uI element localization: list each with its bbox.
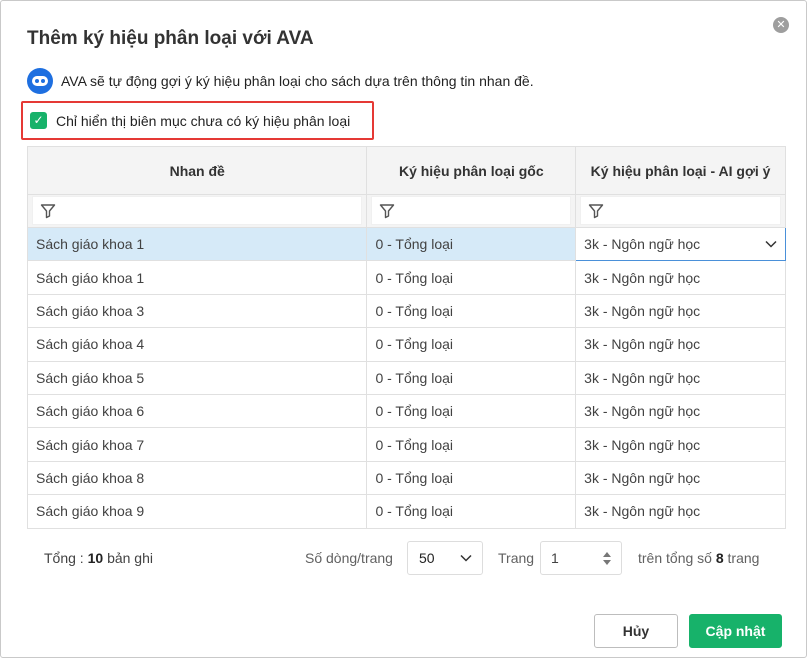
close-icon[interactable]: ✕ (773, 17, 789, 33)
cancel-button[interactable]: Hủy (594, 614, 678, 648)
column-header-original[interactable]: Ký hiệu phân loại gốc (366, 146, 577, 195)
chevron-down-icon[interactable] (765, 240, 777, 248)
cell-ai[interactable]: 3k - Ngôn ngữ học (575, 260, 786, 295)
total-unit: bản ghi (107, 550, 153, 566)
cell-ai[interactable]: 3k - Ngôn ngữ học (575, 327, 786, 362)
cell-ai[interactable]: 3k - Ngôn ngữ học (575, 393, 786, 429)
cell-original: 0 - Tổng loại (366, 427, 577, 462)
total-count: 10 (87, 550, 104, 566)
page-total: trên tổng số 8 trang (638, 550, 759, 566)
ai-suggestion-value: 3k - Ngôn ngữ học (584, 236, 701, 253)
table-row[interactable]: Sách giáo khoa 1 0 - Tổng loại 3k - Ngôn… (26, 226, 786, 262)
cell-ai[interactable]: 3k - Ngôn ngữ học (575, 427, 786, 462)
dialog-title: Thêm ký hiệu phân loại với AVA (27, 28, 314, 49)
cell-original: 0 - Tổng loại (366, 460, 577, 496)
cell-ai[interactable]: 3k - Ngôn ngữ học (575, 293, 786, 329)
filter-original-input[interactable] (371, 195, 572, 225)
cell-title: Sách giáo khoa 8 (26, 460, 368, 496)
cell-original: 0 - Tổng loại (366, 293, 577, 329)
page-total-prefix: trên tổng số (638, 550, 712, 566)
rows-per-page-select[interactable]: 50 (407, 541, 483, 575)
cell-original: 0 - Tổng loại (366, 360, 577, 395)
table-row[interactable]: Sách giáo khoa 4 0 - Tổng loại 3k - Ngôn… (26, 327, 786, 362)
filter-title-input[interactable] (32, 195, 363, 225)
cell-title: Sách giáo khoa 1 (26, 260, 368, 295)
ai-suggestion-dropdown[interactable]: 3k - Ngôn ngữ học (575, 226, 786, 262)
decrement-icon[interactable] (603, 559, 611, 565)
cell-original: 0 - Tổng loại (366, 260, 577, 295)
cell-title: Sách giáo khoa 5 (26, 360, 368, 395)
increment-icon[interactable] (603, 551, 611, 557)
table-row[interactable]: Sách giáo khoa 6 0 - Tổng loại 3k - Ngôn… (26, 393, 786, 429)
filter-icon[interactable] (379, 203, 395, 219)
page-number-input[interactable]: 1 (540, 541, 622, 575)
table-row[interactable]: Sách giáo khoa 5 0 - Tổng loại 3k - Ngôn… (26, 360, 786, 395)
cell-ai[interactable]: 3k - Ngôn ngữ học (575, 460, 786, 496)
column-header-ai[interactable]: Ký hiệu phân loại - AI gợi ý (575, 146, 786, 195)
filter-ai-input[interactable] (580, 195, 781, 225)
cell-original: 0 - Tổng loại (366, 494, 577, 529)
cell-title: Sách giáo khoa 1 (26, 226, 368, 262)
chevron-down-icon[interactable] (460, 554, 472, 562)
cell-ai[interactable]: 3k - Ngôn ngữ học (575, 494, 786, 529)
checkbox-label: Chỉ hiển thị biên mục chưa có ký hiệu ph… (56, 112, 351, 129)
cell-title: Sách giáo khoa 9 (26, 494, 368, 529)
table-row[interactable]: Sách giáo khoa 8 0 - Tổng loại 3k - Ngôn… (26, 460, 786, 496)
cell-title: Sách giáo khoa 3 (26, 293, 368, 329)
page-label: Trang (498, 550, 535, 566)
table-row[interactable]: Sách giáo khoa 3 0 - Tổng loại 3k - Ngôn… (26, 293, 786, 329)
checkbox-checked-icon[interactable]: ✓ (30, 112, 47, 129)
classification-table: Nhan đề Ký hiệu phân loại gốc Ký hiệu ph… (26, 146, 786, 529)
ava-robot-icon (27, 68, 53, 94)
filter-icon[interactable] (588, 203, 604, 219)
table-row[interactable]: Sách giáo khoa 7 0 - Tổng loại 3k - Ngôn… (26, 427, 786, 462)
cell-ai[interactable]: 3k - Ngôn ngữ học (575, 360, 786, 395)
cell-original: 0 - Tổng loại (366, 327, 577, 362)
rows-per-page-value: 50 (419, 550, 435, 566)
unclassified-filter-toggle[interactable]: ✓ Chỉ hiển thị biên mục chưa có ký hiệu … (21, 101, 374, 140)
ava-classification-dialog: Thêm ký hiệu phân loại với AVA ✕ AVA sẽ … (0, 0, 807, 658)
page-total-suffix: trang (727, 550, 760, 566)
intro-text: AVA sẽ tự động gợi ý ký hiệu phân loại c… (61, 73, 534, 89)
column-header-title[interactable]: Nhan đề (26, 146, 368, 195)
cell-title: Sách giáo khoa 4 (26, 327, 368, 362)
cell-original: 0 - Tổng loại (366, 226, 577, 262)
total-label: Tổng : (44, 550, 84, 566)
table-row[interactable]: Sách giáo khoa 9 0 - Tổng loại 3k - Ngôn… (26, 494, 786, 529)
page-number-value: 1 (551, 550, 559, 566)
cell-title: Sách giáo khoa 7 (26, 427, 368, 462)
pagination-bar: Tổng : 10 bản ghi Số dòng/trang 50 Trang… (1, 541, 807, 577)
rows-per-page-label: Số dòng/trang (305, 550, 393, 566)
cell-title: Sách giáo khoa 6 (26, 393, 368, 429)
page-total-count: 8 (715, 550, 724, 566)
page-stepper[interactable] (603, 551, 611, 565)
total-records: Tổng : 10 bản ghi (44, 550, 153, 566)
table-row[interactable]: Sách giáo khoa 1 0 - Tổng loại 3k - Ngôn… (26, 260, 786, 295)
filter-icon[interactable] (40, 203, 56, 219)
intro-message: AVA sẽ tự động gợi ý ký hiệu phân loại c… (27, 68, 534, 94)
cell-original: 0 - Tổng loại (366, 393, 577, 429)
update-button[interactable]: Cập nhật (689, 614, 782, 648)
